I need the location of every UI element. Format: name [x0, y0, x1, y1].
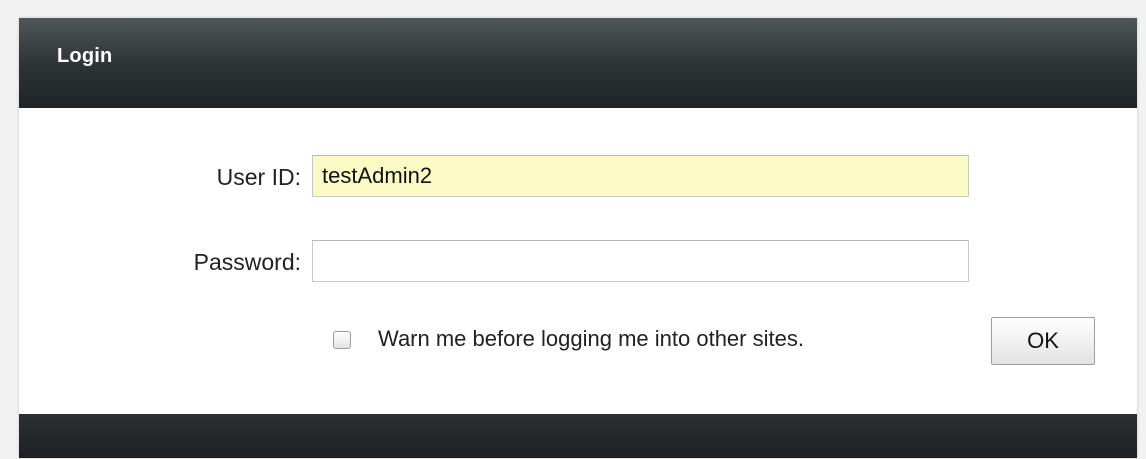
panel-footer: [19, 414, 1137, 458]
user-id-input[interactable]: [312, 155, 969, 197]
warn-checkbox[interactable]: [333, 331, 351, 349]
warn-checkbox-label[interactable]: Warn me before logging me into other sit…: [378, 326, 804, 352]
user-id-label: User ID:: [216, 164, 301, 190]
panel-header: Login: [19, 18, 1137, 108]
login-panel: Login User ID: Password: Warn me before …: [19, 18, 1137, 458]
panel-title: Login: [57, 45, 113, 67]
password-label: Password:: [193, 249, 301, 275]
password-input[interactable]: [312, 240, 969, 282]
ok-button[interactable]: OK: [991, 317, 1095, 365]
